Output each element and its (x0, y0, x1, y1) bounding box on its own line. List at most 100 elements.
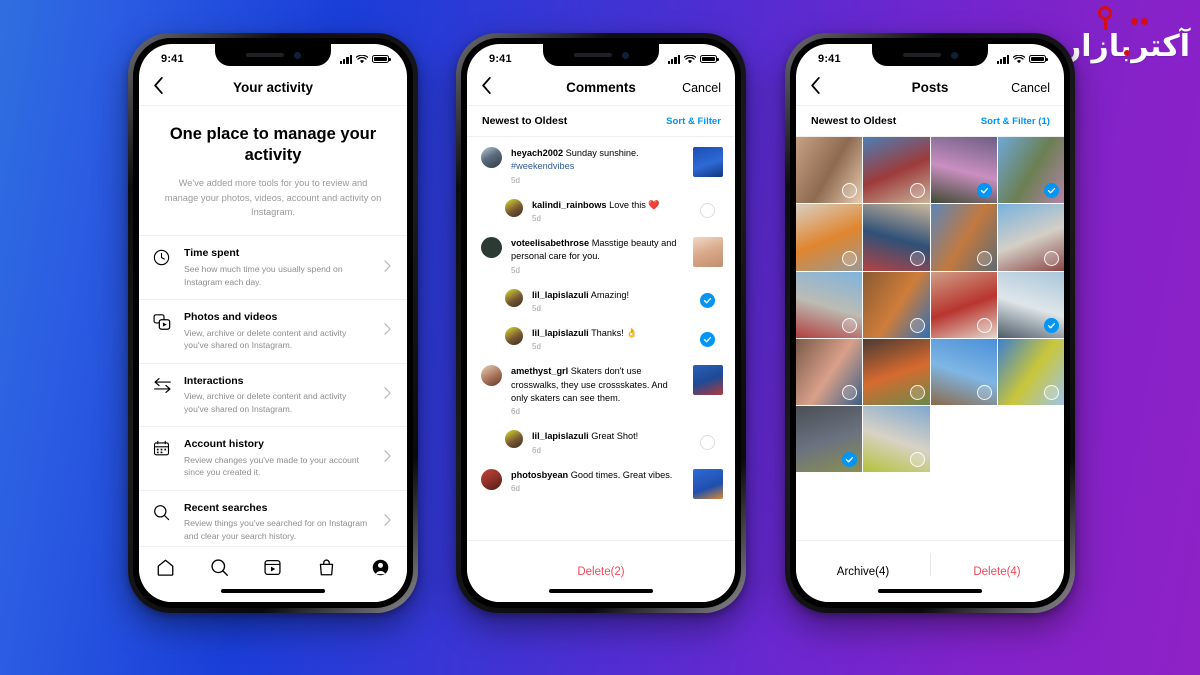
sort-and-filter-button[interactable]: Sort & Filter (666, 116, 721, 127)
grid-photo-cell[interactable] (796, 204, 863, 271)
selection-unchecked-icon[interactable] (976, 317, 992, 333)
screen-your-activity: 9:41 Your activity One place to manage y… (139, 44, 407, 602)
comment-username: photosbyean (511, 469, 569, 480)
grid-photo-cell[interactable] (796, 137, 863, 204)
grid-photo-cell[interactable] (796, 338, 863, 405)
activity-list: Time spent See how much time you usually… (139, 235, 407, 553)
grid-photo-cell[interactable] (997, 338, 1064, 405)
comment-row[interactable]: voteelisabethrose Masstige beauty and pe… (467, 230, 735, 282)
selection-unchecked-icon[interactable] (1044, 250, 1059, 266)
cancel-button[interactable]: Cancel (1011, 81, 1050, 95)
selection-checked-icon[interactable] (1044, 317, 1059, 333)
list-item-body: Account history Review changes you've ma… (184, 438, 373, 479)
tab-search[interactable] (210, 558, 229, 582)
archive-button[interactable]: Archive(4) (796, 566, 930, 578)
comment-row[interactable]: kalindi_rainbows Love this ❤️ 5d (467, 192, 735, 230)
grid-photo-cell[interactable] (796, 406, 863, 473)
list-item-photos-and-videos[interactable]: Photos and videos View, archive or delet… (139, 299, 407, 363)
select-checkbox[interactable] (700, 331, 715, 347)
selection-unchecked-icon[interactable] (909, 452, 925, 468)
list-item-subtitle: View, archive or delete content and acti… (184, 327, 347, 351)
select-checkbox[interactable] (700, 435, 715, 451)
comment-row[interactable]: lil_lapislazuli Great Shot! 6d (467, 423, 735, 461)
grid-photo-cell[interactable] (930, 338, 997, 405)
tab-home[interactable] (156, 558, 175, 582)
selection-unchecked-icon[interactable] (909, 183, 925, 199)
status-clock: 9:41 (818, 53, 841, 65)
post-thumbnail[interactable] (693, 365, 723, 396)
list-item-subtitle: See how much time you usually spend on I… (184, 264, 343, 287)
list-item-title: Photos and videos (184, 311, 278, 324)
comment-hashtag[interactable]: #weekendvibes (511, 161, 574, 171)
selection-unchecked-icon[interactable] (842, 317, 858, 333)
tab-profile[interactable] (371, 558, 390, 582)
back-button[interactable] (153, 76, 164, 99)
avatar (505, 288, 523, 307)
home-indicator (221, 589, 325, 593)
selection-unchecked-icon[interactable] (909, 385, 925, 400)
list-item-interactions[interactable]: Interactions View, archive or delete con… (139, 362, 407, 427)
grid-photo-cell[interactable] (863, 137, 930, 204)
wifi-icon (1013, 54, 1025, 63)
grid-photo-cell[interactable] (796, 271, 863, 338)
list-item-body: Time spent See how much time you usually… (184, 247, 373, 288)
avatar (481, 365, 502, 387)
selection-unchecked-icon[interactable] (909, 250, 925, 266)
comment-row[interactable]: lil_lapislazuli Amazing! 5d (467, 282, 735, 320)
back-button[interactable] (481, 76, 492, 99)
action-divider (930, 553, 931, 576)
comment-body: voteelisabethrose Masstige beauty and pe… (511, 237, 693, 275)
cancel-button[interactable]: Cancel (682, 81, 721, 95)
selection-unchecked-icon[interactable] (909, 317, 925, 333)
tab-shop[interactable] (317, 558, 336, 582)
post-thumbnail[interactable] (693, 237, 723, 268)
list-item-time-spent[interactable]: Time spent See how much time you usually… (139, 235, 407, 299)
grid-photo-cell[interactable] (863, 204, 930, 271)
selection-unchecked-icon[interactable] (976, 250, 992, 266)
selection-unchecked-icon[interactable] (842, 250, 858, 266)
selection-checked-icon[interactable] (976, 183, 992, 199)
comment-timestamp: 6d (511, 407, 520, 417)
post-thumbnail[interactable] (693, 468, 723, 499)
grid-photo-cell[interactable] (863, 406, 930, 473)
comment-row[interactable]: amethyst_grl Skaters don't use crosswalk… (467, 358, 735, 423)
post-thumbnail[interactable] (693, 147, 723, 177)
sort-and-filter-button[interactable]: Sort & Filter (1) (981, 116, 1050, 127)
status-clock: 9:41 (161, 53, 184, 65)
comment-row[interactable]: heyach2002 Sunday sunshine. #weekendvibe… (467, 140, 735, 192)
grid-photo-cell[interactable] (930, 271, 997, 338)
phone-comments: 9:41 Comments Cancel Newest to Oldest So… (456, 33, 746, 613)
list-item-account-history[interactable]: Account history Review changes you've ma… (139, 426, 407, 490)
select-checkbox[interactable] (700, 203, 715, 219)
grid-photo-cell[interactable] (997, 271, 1064, 338)
select-checkbox[interactable] (700, 293, 715, 309)
grid-photo-cell[interactable] (930, 204, 997, 271)
selection-unchecked-icon[interactable] (976, 385, 992, 400)
grid-photo-cell[interactable] (997, 137, 1064, 204)
delete-button[interactable]: Delete(4) (930, 566, 1064, 578)
grid-photo-cell[interactable] (997, 204, 1064, 271)
delete-button[interactable]: Delete(2) (577, 566, 624, 578)
poster-canvas: آکتربازار 9:41 Your activity One place t… (0, 0, 1200, 675)
front-camera (950, 51, 958, 59)
comment-row[interactable]: photosbyean Good times. Great vibes. 6d (467, 462, 735, 506)
tab-reels[interactable] (263, 558, 282, 582)
grid-photo-cell[interactable] (863, 271, 930, 338)
watermark-lens-stem (1104, 19, 1107, 30)
comment-text: lil_lapislazuli Amazing! (532, 289, 692, 302)
checkbox-unchecked-icon (700, 435, 715, 451)
grid-photo-cell[interactable] (863, 338, 930, 405)
comment-body: amethyst_grl Skaters don't use crosswalk… (511, 365, 693, 416)
comment-text: amethyst_grl Skaters don't use crosswalk… (511, 365, 685, 405)
comment-row[interactable]: lil_lapislazuli Thanks! 👌 5d (467, 320, 735, 358)
comment-timestamp: 5d (511, 265, 520, 275)
grid-photo-cell[interactable] (930, 137, 997, 204)
bottom-action-bar: Archive(4) Delete(4) (796, 540, 1064, 602)
selection-unchecked-icon[interactable] (1044, 385, 1059, 400)
comment-body: lil_lapislazuli Great Shot! 6d (532, 430, 700, 454)
list-item-recent-searches[interactable]: Recent searches Review things you've sea… (139, 489, 407, 554)
comment-message: Love this ❤️ (606, 199, 660, 210)
list-item-title: Account history (184, 438, 264, 451)
delete-button-label: Delete(4) (973, 565, 1021, 578)
back-button[interactable] (810, 76, 821, 99)
